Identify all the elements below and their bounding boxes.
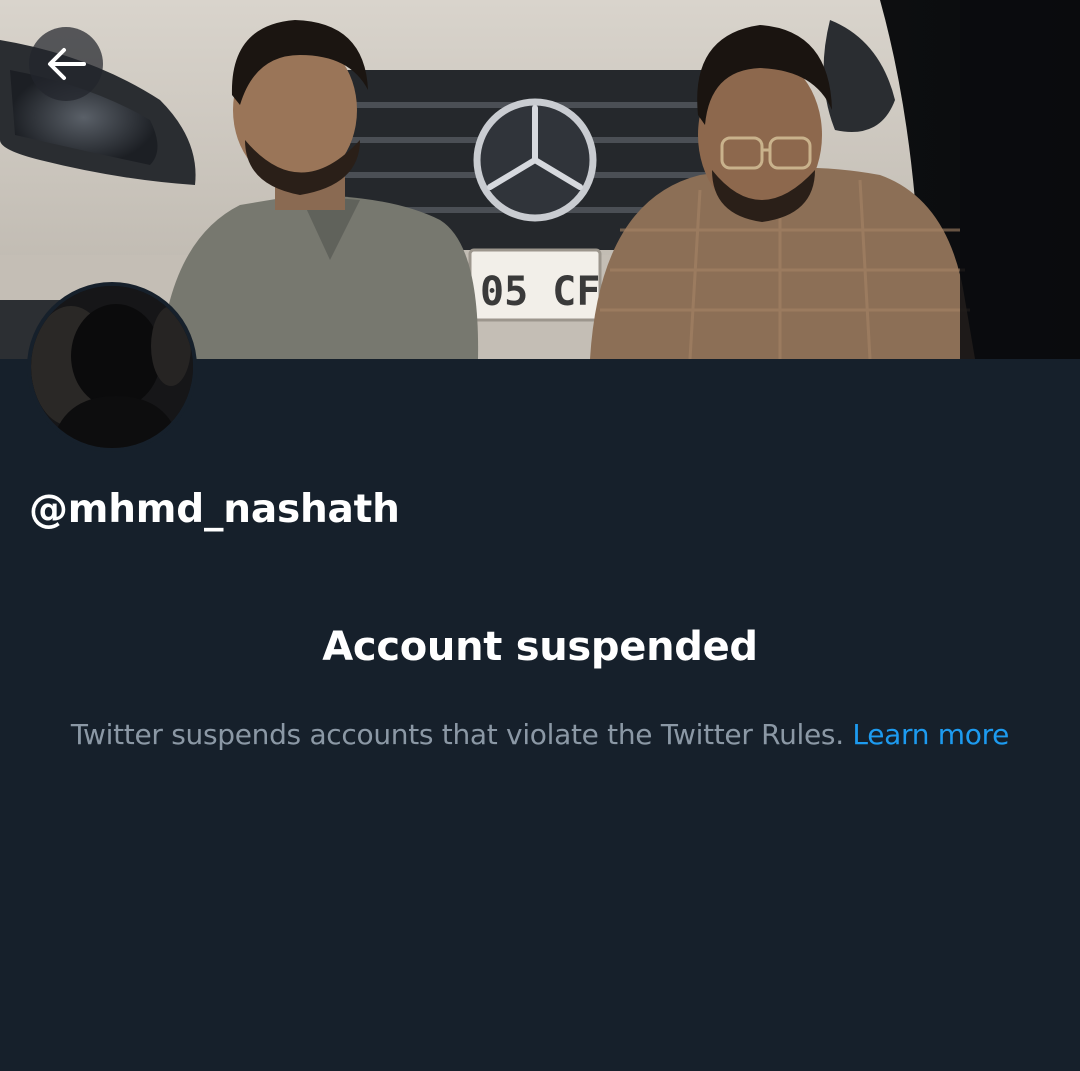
suspended-description: Twitter suspends accounts that violate t…	[70, 714, 1010, 756]
learn-more-link[interactable]: Learn more	[852, 718, 1009, 751]
license-plate-text: 05 CF	[480, 269, 600, 315]
avatar-image	[31, 286, 193, 448]
suspended-profile-screen: 05 CF @mhmd_nashath Account suspended Tw…	[0, 0, 1080, 1071]
suspended-title: Account suspended	[322, 624, 758, 670]
back-button[interactable]	[29, 27, 103, 101]
profile-handle: @mhmd_nashath	[29, 487, 400, 532]
suspended-description-text: Twitter suspends accounts that violate t…	[70, 718, 844, 751]
arrow-left-icon	[48, 48, 86, 80]
avatar[interactable]	[27, 282, 197, 452]
